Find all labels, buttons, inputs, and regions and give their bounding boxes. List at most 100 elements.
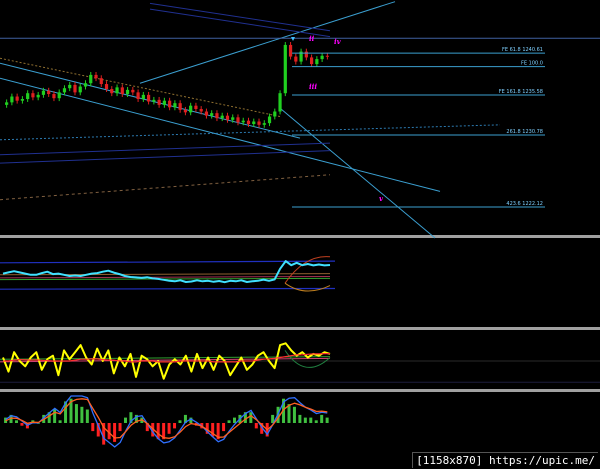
histogram-bar — [303, 417, 307, 423]
candle-body — [47, 90, 51, 95]
candle-body — [36, 94, 40, 98]
histogram-bar — [123, 417, 127, 423]
candle-body — [304, 51, 308, 58]
candle-body — [210, 113, 214, 116]
candle-body — [220, 115, 224, 119]
candle-body — [168, 100, 172, 108]
candle-body — [26, 93, 30, 100]
footer-watermark: [1158x870] https://upic.me/ — [412, 452, 598, 468]
histogram-bar — [113, 423, 117, 442]
candle-body — [83, 83, 88, 87]
candle-body — [10, 96, 14, 103]
candle-body — [194, 105, 198, 110]
candle-body — [246, 120, 251, 124]
band-line — [0, 287, 336, 290]
candle-body — [267, 116, 272, 124]
candle-body — [15, 96, 19, 101]
fib-level-label: FE 61.8 1240.61 — [502, 47, 543, 53]
histogram-bar — [14, 420, 18, 423]
candle-body — [294, 56, 298, 62]
candle-body — [131, 89, 135, 93]
candle-body — [104, 84, 109, 90]
chart-background — [0, 0, 600, 469]
histogram-bar — [80, 406, 84, 423]
candle-body — [152, 99, 156, 102]
candle-body — [115, 87, 119, 94]
wave-label: iv — [334, 37, 342, 46]
candle-body — [189, 105, 193, 113]
panel-separator — [0, 235, 600, 238]
histogram-bar — [173, 423, 177, 429]
histogram-bar — [320, 414, 324, 423]
candle-body — [204, 111, 209, 116]
candle-body — [68, 84, 72, 89]
candle-body — [273, 111, 277, 117]
candle-body — [288, 44, 293, 57]
histogram-bar — [74, 404, 78, 423]
histogram-bar — [222, 423, 226, 432]
histogram-bar — [91, 423, 95, 432]
fib-level-label: 261.8 1230.78 — [506, 129, 543, 135]
candle-body — [78, 86, 82, 93]
histogram-bar — [254, 423, 258, 429]
histogram-bar — [325, 417, 329, 423]
candle-body — [231, 117, 235, 120]
candle-body — [41, 90, 46, 95]
candle-body — [309, 57, 314, 65]
candle-body — [241, 120, 245, 123]
histogram-bar — [292, 406, 296, 423]
histogram-bar — [178, 420, 182, 423]
histogram-bar — [309, 417, 313, 423]
candle-body — [225, 115, 230, 120]
fib-level-label: FE 100.0 — [521, 61, 543, 67]
candle-body — [31, 93, 35, 98]
candle-body — [257, 121, 261, 125]
wave-label: iii — [309, 82, 317, 91]
panel-separator — [0, 327, 600, 330]
candle-body — [320, 55, 324, 60]
fib-level-label: 423.6 1222.12 — [506, 201, 543, 207]
panel-separator — [0, 389, 600, 392]
histogram-bar — [58, 420, 62, 423]
candle-body — [99, 78, 103, 85]
fib-level-label: FE 161.8 1235.58 — [499, 89, 543, 95]
candle-body — [262, 123, 266, 125]
candle-body — [146, 94, 151, 102]
candle-body — [110, 89, 114, 94]
candle-body — [20, 99, 25, 101]
candle-body — [120, 87, 124, 95]
candle-body — [57, 92, 61, 99]
candle-body — [283, 44, 287, 94]
histogram-bar — [85, 409, 89, 423]
candle-body — [173, 103, 177, 108]
candle-body — [73, 84, 77, 93]
histogram-bar — [20, 423, 24, 426]
histogram-bar — [314, 420, 318, 423]
candle-body — [5, 102, 9, 105]
candle-body — [325, 55, 329, 57]
chart-canvas: FE 61.8 1240.61 FE 100.0 FE 161.8 1235.58 2… — [0, 0, 600, 469]
candle-body — [278, 93, 282, 112]
candle-body — [125, 89, 130, 95]
candle-body — [162, 100, 166, 105]
candle-body — [141, 94, 145, 100]
candle-body — [94, 74, 98, 79]
candle-body — [315, 59, 319, 65]
histogram-bar — [298, 414, 302, 423]
candle-body — [89, 74, 93, 84]
candle-body — [52, 94, 56, 99]
candle-body — [183, 109, 188, 113]
histogram-bar — [53, 409, 57, 423]
histogram-bar — [167, 423, 171, 434]
candle-body — [252, 121, 256, 124]
candle-body — [136, 92, 140, 100]
candle-body — [62, 88, 67, 93]
candle-body — [236, 117, 240, 123]
candle-body — [157, 99, 161, 105]
histogram-bar — [227, 420, 231, 423]
histogram-bar — [249, 412, 253, 423]
footer-text: [1158x870] https://upic.me/ — [416, 454, 595, 467]
histogram-bar — [232, 417, 236, 423]
candle-body — [215, 113, 219, 119]
wave-label: ii — [309, 34, 315, 43]
